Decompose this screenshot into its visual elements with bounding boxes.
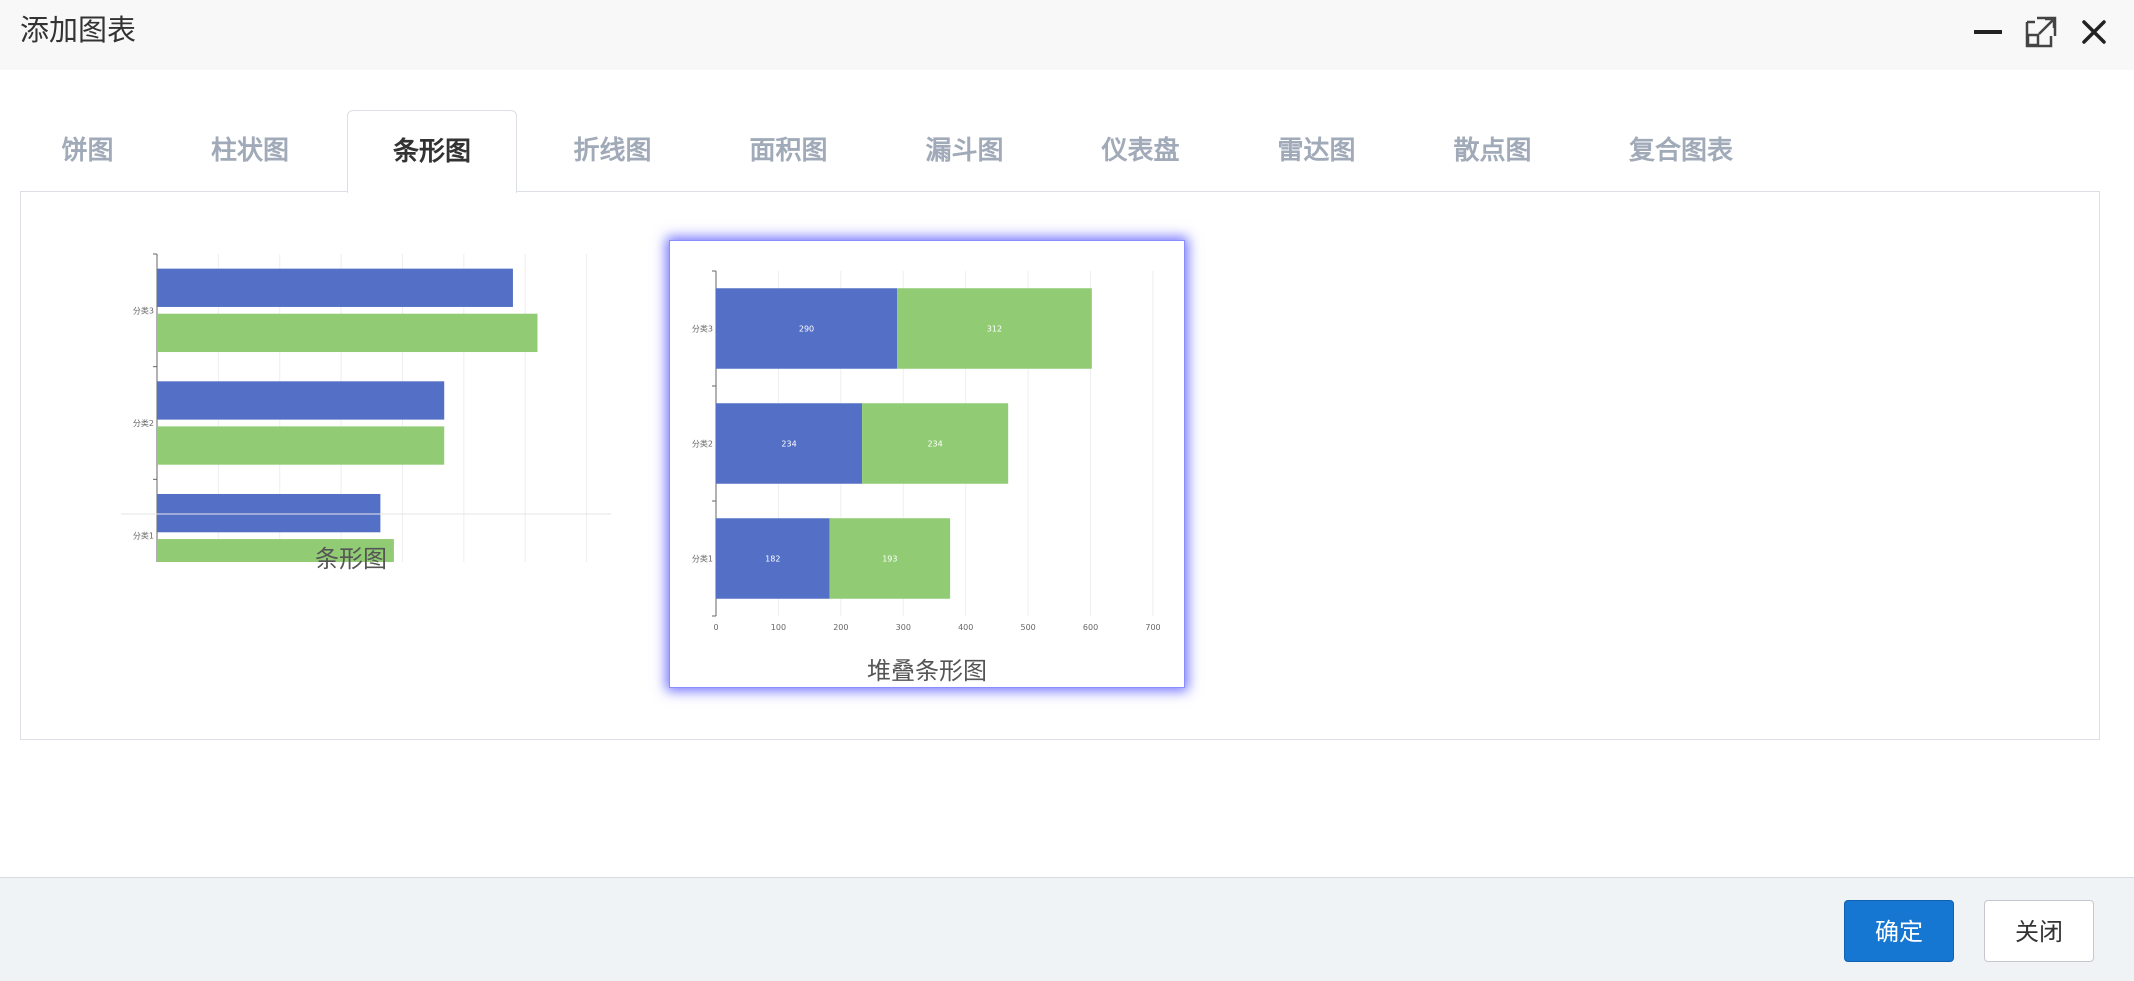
tab-funnel[interactable]: 漏斗图 [882, 110, 1047, 192]
bar-value-label: 193 [882, 555, 897, 564]
stacked-bar-chart-preview: 0 100 200 300 400 500 600 700 分类1 分类2 分类3 182 193 234… [692, 270, 1161, 632]
dialog-footer: 确定 关闭 [0, 877, 2134, 981]
tab-gauge[interactable]: 仪表盘 [1058, 110, 1223, 192]
maximize-icon [2025, 16, 2057, 48]
tab-column[interactable]: 柱状图 [175, 110, 325, 192]
tab-composite[interactable]: 复合图表 [1586, 110, 1776, 192]
chart-options-panel: 050100150200250300350分类1分类2分类3 条形图 01002… [20, 191, 2100, 740]
x-tick-label: 600 [1083, 623, 1098, 632]
y-category-label: 分类2 [692, 439, 713, 449]
x-tick-label: 300 [896, 623, 911, 632]
minimize-button[interactable] [1968, 12, 2008, 52]
y-category-label: 分类1 [692, 554, 713, 564]
x-tick-label: 100 [771, 623, 786, 632]
tab-pie[interactable]: 饼图 [20, 110, 155, 192]
x-tick-label: 500 [1021, 623, 1036, 632]
bar-value-label: 312 [987, 325, 1002, 334]
bar [157, 493, 381, 533]
tab-bar[interactable]: 条形图 [347, 110, 517, 193]
maximize-button[interactable] [2021, 12, 2061, 52]
chart-option-label: 条形图 [315, 545, 387, 573]
tab-line[interactable]: 折线图 [530, 110, 695, 192]
bar-value-label: 182 [765, 555, 780, 564]
bar-value-label: 234 [927, 440, 942, 449]
y-category-label: 分类3 [133, 305, 154, 315]
x-tick-label: 400 [958, 623, 973, 632]
y-category-label: 分类2 [133, 418, 154, 428]
bar [157, 268, 513, 307]
y-category-label: 分类3 [692, 324, 713, 334]
bar [157, 381, 445, 420]
dialog-title: 添加图表 [20, 13, 137, 47]
dialog-titlebar: 添加图表 [0, 0, 2134, 70]
bar-value-label: 290 [799, 325, 814, 334]
bar-value-label: 234 [781, 440, 796, 449]
confirm-button[interactable]: 确定 [1844, 900, 1954, 962]
bar [157, 313, 538, 353]
close-button[interactable] [2074, 12, 2114, 52]
bar-chart-preview: 050100150200250300350分类1分类2分类3 [121, 253, 611, 562]
tab-scatter[interactable]: 散点图 [1410, 110, 1575, 192]
x-tick-label: 200 [833, 623, 848, 632]
chart-option-label: 堆叠条形图 [867, 657, 987, 685]
tab-radar[interactable]: 雷达图 [1234, 110, 1399, 192]
minimize-icon [1974, 30, 2002, 34]
chart-option-bar[interactable]: 050100150200250300350分类1分类2分类3 条形图 [91, 232, 611, 573]
close-dialog-button[interactable]: 关闭 [1984, 900, 2094, 962]
x-tick-label: 0 [713, 623, 718, 632]
x-tick-label: 700 [1145, 623, 1160, 632]
chart-type-tabs: 饼图 柱状图 条形图 折线图 面积图 漏斗图 仪表盘 雷达图 散点图 复合图表 [20, 110, 2100, 193]
chart-option-stacked-bar[interactable]: 0 100 200 300 400 500 600 700 分类1 分类2 分类3 182 193 234… [669, 240, 1185, 688]
tab-area[interactable]: 面积图 [706, 110, 871, 192]
bar [157, 426, 445, 465]
close-icon [2082, 20, 2106, 44]
